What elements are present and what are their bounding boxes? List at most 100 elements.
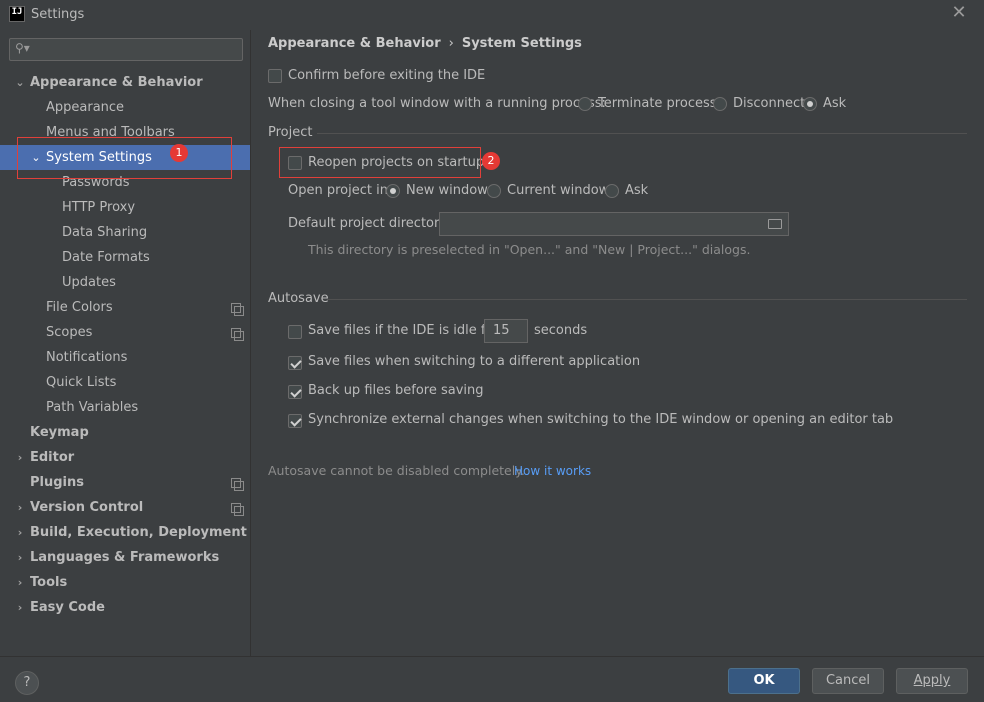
sidebar-item-label: Appearance — [46, 100, 125, 115]
close-icon[interactable]: ✕ — [950, 4, 968, 22]
folder-browse-icon[interactable] — [768, 219, 782, 229]
confirm-exit-checkbox[interactable] — [268, 69, 282, 83]
sidebar-item-appearance[interactable]: Appearance — [0, 95, 250, 120]
sidebar-item-label: Version Control — [30, 500, 144, 515]
save-on-switch-checkbox[interactable] — [288, 356, 302, 370]
settings-sidebar: ⚲▾ ⌄ Appearance & Behavior Appearance Me… — [0, 30, 250, 656]
sidebar-item-quick-lists[interactable]: Quick Lists — [0, 370, 250, 395]
sync-external-label: Synchronize external changes when switch… — [308, 412, 894, 427]
chevron-right-icon[interactable]: › — [14, 545, 26, 570]
sidebar-item-updates[interactable]: Updates — [0, 270, 250, 295]
confirm-exit-label: Confirm before exiting the IDE — [288, 68, 486, 83]
sidebar-item-data-sharing[interactable]: Data Sharing — [0, 220, 250, 245]
radio-terminate-process[interactable] — [578, 97, 592, 111]
breadcrumb: Appearance & Behavior › System Settings — [268, 36, 582, 51]
radio-label-open-ask: Ask — [625, 183, 649, 198]
ok-button[interactable]: OK — [728, 668, 800, 694]
sidebar-item-label: File Colors — [46, 300, 113, 315]
help-button[interactable]: ? — [15, 671, 39, 695]
backup-files-label: Back up files before saving — [308, 383, 484, 398]
radio-new-window[interactable] — [386, 184, 400, 198]
sidebar-item-tools[interactable]: › Tools — [0, 570, 250, 595]
search-icon: ⚲▾ — [15, 41, 30, 55]
sidebar-item-label: Tools — [30, 575, 68, 590]
chevron-down-icon[interactable]: ⌄ — [14, 70, 26, 95]
radio-ask[interactable] — [803, 97, 817, 111]
chevron-right-icon[interactable]: › — [14, 595, 26, 620]
default-directory-field[interactable] — [439, 212, 789, 236]
title-bar: IJ Settings ✕ — [0, 0, 984, 30]
save-idle-checkbox[interactable] — [288, 325, 302, 339]
dialog-button-bar: ? OK Cancel Apply — [0, 656, 984, 702]
sidebar-item-label: Quick Lists — [46, 375, 117, 390]
radio-label-terminate: Terminate process — [598, 96, 717, 111]
radio-label-new-window: New window — [406, 183, 488, 198]
intellij-app-icon: IJ — [9, 6, 25, 22]
idle-seconds-unit: seconds — [534, 323, 588, 338]
radio-label-current-window: Current window — [507, 183, 610, 198]
autosave-group-divider — [327, 299, 967, 300]
sidebar-item-label: Notifications — [46, 350, 128, 365]
sidebar-item-notifications[interactable]: Notifications — [0, 345, 250, 370]
cancel-button[interactable]: Cancel — [812, 668, 884, 694]
radio-current-window[interactable] — [487, 184, 501, 198]
sidebar-item-file-colors[interactable]: File Colors — [0, 295, 250, 320]
chevron-right-icon[interactable]: › — [14, 445, 26, 470]
autosave-note: Autosave cannot be disabled completely. — [268, 463, 525, 478]
sidebar-item-build-execution-deployment[interactable]: › Build, Execution, Deployment — [0, 520, 250, 545]
project-level-icon — [231, 328, 244, 341]
sidebar-item-label: Easy Code — [30, 600, 105, 615]
sidebar-item-easy-code[interactable]: › Easy Code — [0, 595, 250, 620]
save-on-switch-label: Save files when switching to a different… — [308, 354, 641, 369]
how-it-works-link[interactable]: How it works — [514, 464, 591, 478]
project-group-title: Project — [268, 125, 313, 140]
sync-external-checkbox[interactable] — [288, 414, 302, 428]
sidebar-item-date-formats[interactable]: Date Formats — [0, 245, 250, 270]
sidebar-item-label: Editor — [30, 450, 75, 465]
apply-button-label: Apply — [913, 673, 951, 688]
apply-button[interactable]: Apply — [896, 668, 968, 694]
app-icon-text: IJ — [11, 7, 23, 17]
highlight-box-1 — [17, 137, 232, 179]
open-project-in-label: Open project in — [288, 183, 388, 198]
sidebar-item-label: HTTP Proxy — [62, 200, 136, 215]
sidebar-item-http-proxy[interactable]: HTTP Proxy — [0, 195, 250, 220]
default-directory-label: Default project directory: — [288, 216, 451, 231]
breadcrumb-separator: › — [448, 36, 454, 51]
sidebar-item-path-variables[interactable]: Path Variables — [0, 395, 250, 420]
idle-seconds-field[interactable]: 15 — [484, 319, 528, 343]
sidebar-item-version-control[interactable]: › Version Control — [0, 495, 250, 520]
project-level-icon — [231, 478, 244, 491]
backup-files-checkbox[interactable] — [288, 385, 302, 399]
sidebar-item-label: Build, Execution, Deployment — [30, 525, 247, 540]
sidebar-item-label: Appearance & Behavior — [30, 75, 203, 90]
search-input[interactable]: ⚲▾ — [9, 38, 243, 61]
sidebar-item-label: Date Formats — [62, 250, 150, 265]
annotation-badge-1: 1 — [170, 144, 188, 162]
sidebar-item-editor[interactable]: › Editor — [0, 445, 250, 470]
project-level-icon — [231, 303, 244, 316]
sidebar-item-scopes[interactable]: Scopes — [0, 320, 250, 345]
radio-open-ask[interactable] — [605, 184, 619, 198]
chevron-right-icon[interactable]: › — [14, 495, 26, 520]
sidebar-item-label: Scopes — [46, 325, 93, 340]
save-idle-label: Save files if the IDE is idle for — [308, 323, 499, 338]
autosave-group-title: Autosave — [268, 291, 329, 306]
sidebar-item-plugins[interactable]: Plugins — [0, 470, 250, 495]
sidebar-item-languages-frameworks[interactable]: › Languages & Frameworks — [0, 545, 250, 570]
sidebar-divider — [250, 30, 251, 656]
default-directory-hint: This directory is preselected in "Open..… — [308, 242, 751, 257]
breadcrumb-current: System Settings — [461, 36, 582, 51]
sidebar-item-appearance-behavior[interactable]: ⌄ Appearance & Behavior — [0, 70, 250, 95]
radio-disconnect[interactable] — [713, 97, 727, 111]
sidebar-item-label: Keymap — [30, 425, 89, 440]
sidebar-item-keymap[interactable]: Keymap — [0, 420, 250, 445]
project-group-divider — [317, 133, 967, 134]
chevron-right-icon[interactable]: › — [14, 570, 26, 595]
sidebar-item-label: Updates — [62, 275, 116, 290]
radio-label-disconnect: Disconnect — [733, 96, 806, 111]
chevron-right-icon[interactable]: › — [14, 520, 26, 545]
sidebar-item-label: Languages & Frameworks — [30, 550, 220, 565]
breadcrumb-parent[interactable]: Appearance & Behavior — [268, 36, 441, 51]
annotation-badge-2: 2 — [482, 152, 500, 170]
